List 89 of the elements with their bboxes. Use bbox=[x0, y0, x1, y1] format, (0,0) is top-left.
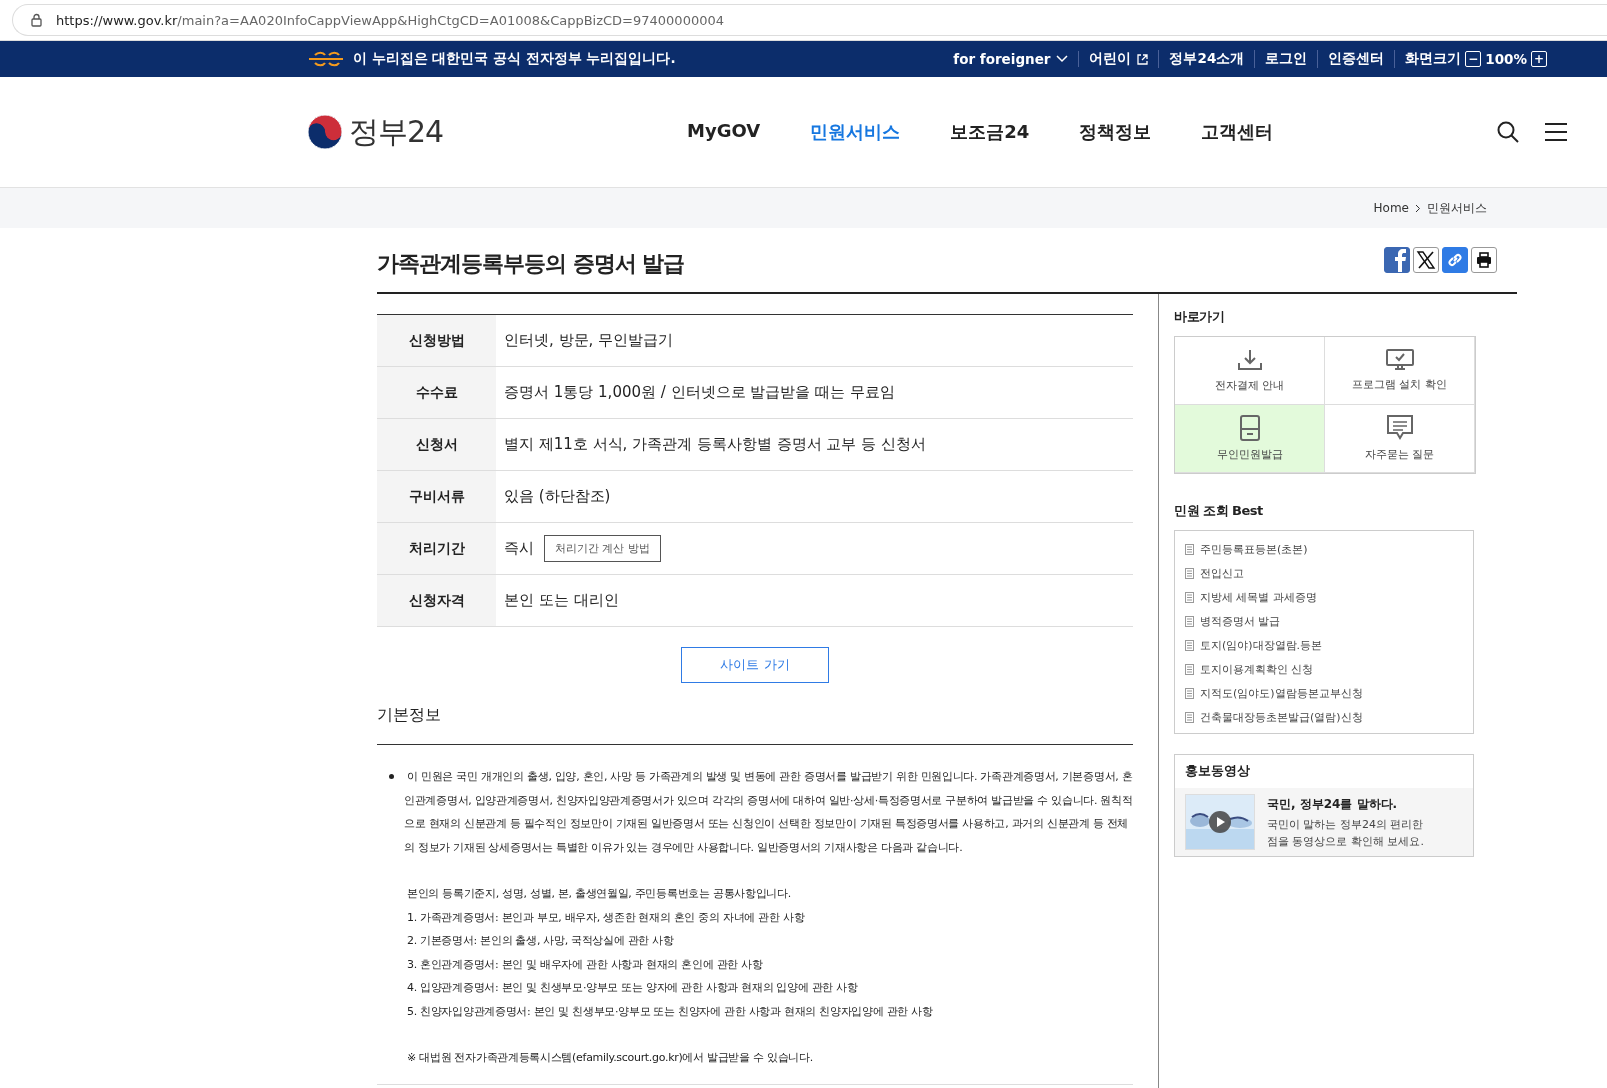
link-icon bbox=[1446, 251, 1464, 269]
certificate-item: 1. 가족관계증명서: 본인과 부모, 배우자, 생존한 현재의 혼인 중의 자녀에 관한 사항 bbox=[407, 909, 806, 926]
zoom-out-button[interactable]: − bbox=[1465, 51, 1482, 67]
x-logo-icon bbox=[1416, 250, 1436, 270]
shortcut-item[interactable]: 전자결제 안내 bbox=[1175, 337, 1325, 405]
zoom-label: 화면크기 bbox=[1405, 50, 1462, 68]
chevron-down-icon bbox=[1056, 55, 1069, 63]
menu-icon[interactable] bbox=[1545, 123, 1567, 141]
shortcut-item[interactable]: 프로그램 설치 확인 bbox=[1325, 337, 1475, 405]
top-link[interactable]: 정부24소개 bbox=[1159, 50, 1256, 68]
top-link[interactable]: 인증센터 bbox=[1318, 50, 1396, 68]
best-item[interactable]: 건축물대장등초본발급(열람)신청 bbox=[1185, 705, 1473, 729]
kiosk-icon bbox=[1239, 415, 1260, 441]
document-icon bbox=[1185, 639, 1194, 651]
document-icon bbox=[1185, 711, 1194, 723]
bullet-icon bbox=[389, 774, 394, 779]
speech-bubble-icon bbox=[1386, 415, 1413, 441]
best-item[interactable]: 병적증명서 발급 bbox=[1185, 609, 1473, 633]
row-label: 신청서 bbox=[377, 418, 496, 471]
shortcuts-title: 바로가기 bbox=[1174, 308, 1225, 326]
top-link[interactable]: 로그인 bbox=[1255, 50, 1319, 68]
row-label: 구비서류 bbox=[377, 470, 496, 523]
document-icon bbox=[1185, 663, 1194, 675]
facebook-icon bbox=[1395, 249, 1406, 272]
zoom-value: 100% bbox=[1485, 51, 1527, 67]
row-value: 본인 또는 대리인 bbox=[504, 591, 619, 609]
row-value: 인터넷, 방문, 무인발급기 bbox=[504, 331, 674, 349]
row-label: 신청자격 bbox=[377, 574, 496, 627]
play-icon[interactable] bbox=[1209, 811, 1231, 833]
breadcrumb-link[interactable]: 민원서비스 bbox=[1427, 199, 1487, 217]
best-title: 민원 조회 Best bbox=[1174, 502, 1264, 520]
row-value: 있음 (하단참조) bbox=[504, 487, 611, 505]
print-button[interactable] bbox=[1471, 247, 1497, 273]
best-item[interactable]: 주민등록표등본(초본) bbox=[1185, 537, 1473, 561]
site-button[interactable]: 사이트 가기 bbox=[681, 647, 829, 683]
best-item[interactable]: 전입신고 bbox=[1185, 561, 1473, 585]
download-icon bbox=[1236, 348, 1263, 372]
source-note: ※ 대법원 전자가족관계등록시스템(efamily.scourt.go.kr)에서 발급받을 수 있습니다. bbox=[407, 1050, 814, 1066]
calculation-method-button[interactable]: 처리기간 계산 방법 bbox=[544, 535, 661, 562]
video-headline: 국민, 정부24를 말하다. bbox=[1267, 796, 1399, 813]
certificate-item: 5. 친양자입양관계증명서: 본인 및 친생부모·양부모 또는 친양자에 관한 사항과 현재의 친양자입양에 관한 사항 bbox=[407, 1003, 934, 1020]
video-title: 홍보동영상 bbox=[1184, 762, 1251, 780]
nav-item[interactable]: 민원서비스 bbox=[810, 120, 901, 144]
certificate-item: 4. 입양관계증명서: 본인 및 친생부모·양부모 또는 양자에 관한 사항과 현재의 입양에 관한 사항 bbox=[407, 980, 859, 996]
page-title: 가족관계등록부등의 증명서 발급 bbox=[377, 250, 685, 278]
breadcrumb-link[interactable]: Home bbox=[1373, 201, 1409, 215]
external-link-icon bbox=[1137, 53, 1149, 65]
best-item[interactable]: 지방세 세목별 과세증명 bbox=[1185, 585, 1473, 609]
nav-item[interactable]: 정책정보 bbox=[1079, 120, 1152, 144]
intro-paragraph: 이 민원은 국민 개개인의 출생, 입양, 혼인, 사망 등 가족관계의 발생 및 변동에 관한 증명서를 발급받기 위한 민원입니다. 가족관계증명서, 기본증명서, 혼인관계증명서, 입양관계증명서, 친양자입양관계증명서가 있으며 각각의 증명서에 대하여 일반·상세·특정증명서로 구분하여 발급받을 수 있습니다. 원칙적으로 현재의 신분관계 등 필수적인 정보만이 기재된 일반증명서 또는 신청인이 선택한 정보만이 기재된 특정증명서를 사용하고, 과거의 신분관계 등 전체의 정보가 기재된 상세증명서는 특별한 이유가 있는 경우에만 사용합니다. 일반증명서의 기재사항은 다음과 같습니다. bbox=[404, 769, 1133, 856]
best-item[interactable]: 토지이용계획확인 신청 bbox=[1185, 657, 1473, 681]
document-icon bbox=[1185, 615, 1194, 627]
shortcut-item[interactable]: 무인민원발급 bbox=[1175, 405, 1325, 473]
document-icon bbox=[1185, 687, 1194, 699]
url-text: https://www.gov.kr/main?a=AA020InfoCappViewApp&HighCtgCD=A01008&CappBizCD=97400000004 bbox=[56, 12, 724, 28]
top-link[interactable]: 어린이 bbox=[1079, 50, 1160, 68]
logo-text: 정부24 bbox=[349, 112, 444, 151]
shortcut-item[interactable]: 자주묻는 질문 bbox=[1325, 405, 1475, 473]
document-icon bbox=[1185, 567, 1194, 579]
certificate-item: 2. 기본증명서: 본인의 출생, 사망, 국적상실에 관한 사항 bbox=[407, 933, 675, 949]
row-label: 신청방법 bbox=[377, 314, 496, 367]
certificate-item: 3. 혼인관계증명서: 본인 및 배우자에 관한 사항과 현재의 혼인에 관한 사항 bbox=[407, 956, 764, 973]
chevron-right-icon bbox=[1415, 203, 1421, 213]
nav-item[interactable]: 고객센터 bbox=[1201, 120, 1274, 144]
row-value: 증명서 1통당 1,000원 / 인터넷으로 발급받을 때는 무료임 bbox=[504, 383, 895, 401]
common-note: 본인의 등록기준지, 성명, 성별, 본, 출생연월일, 주민등록번호는 공통사항입니다. bbox=[407, 886, 792, 902]
zoom-in-button[interactable]: + bbox=[1531, 51, 1547, 67]
document-icon bbox=[1185, 543, 1194, 555]
search-icon[interactable] bbox=[1497, 121, 1519, 143]
document-icon bbox=[1185, 591, 1194, 603]
top-link[interactable]: for foreigner bbox=[943, 51, 1080, 67]
row-value: 별지 제11호 서식, 가족관계 등록사항별 증명서 교부 등 신청서 bbox=[504, 435, 926, 453]
row-label: 수수료 bbox=[377, 366, 496, 419]
lock-icon bbox=[31, 13, 42, 27]
taegeuk-logo-icon bbox=[307, 114, 343, 150]
printer-icon bbox=[1475, 251, 1493, 269]
row-value: 즉시 bbox=[504, 539, 534, 558]
monitor-check-icon bbox=[1385, 349, 1414, 371]
section-heading: 기본정보 bbox=[377, 705, 1133, 745]
row-label: 처리기간 bbox=[377, 522, 496, 575]
official-notice-text: 이 누리집은 대한민국 공식 전자정부 누리집입니다. bbox=[353, 50, 676, 68]
facebook-button[interactable] bbox=[1384, 247, 1410, 273]
x-share-button[interactable] bbox=[1413, 247, 1439, 273]
nav-item[interactable]: 보조금24 bbox=[950, 120, 1030, 144]
nav-item[interactable]: MyGOV bbox=[687, 120, 761, 144]
best-item[interactable]: 지적도(임야도)열람등본교부신청 bbox=[1185, 681, 1473, 705]
best-item[interactable]: 토지(임야)대장열람.등본 bbox=[1185, 633, 1473, 657]
video-description: 국민이 말하는 정부24의 편리한 점을 동영상으로 확인해 보세요. bbox=[1267, 817, 1425, 850]
copy-link-button[interactable] bbox=[1442, 247, 1468, 273]
